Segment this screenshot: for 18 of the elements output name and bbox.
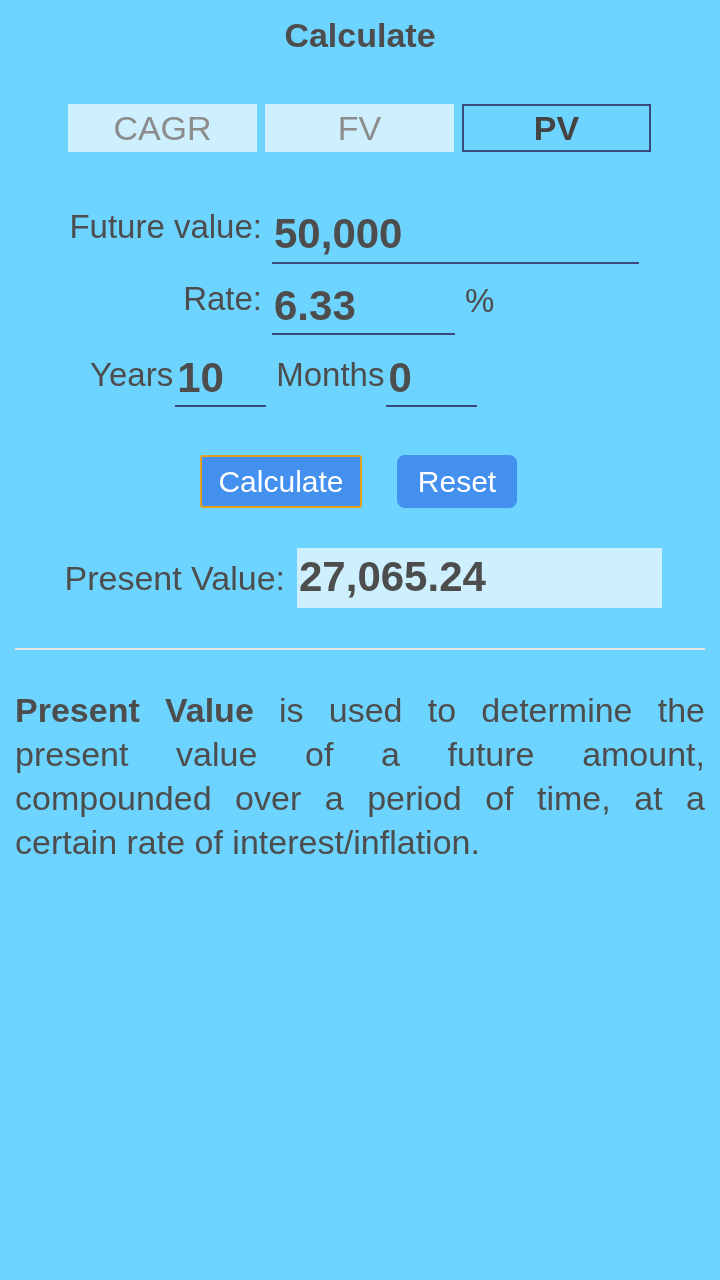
result-value: 27,065.24 <box>297 548 662 608</box>
result-label: Present Value: <box>63 557 286 599</box>
field-label: Years <box>90 354 174 395</box>
input-field[interactable]: 6.33 <box>272 277 455 335</box>
unit-label: % <box>465 280 495 321</box>
reset-button[interactable]: Reset <box>397 455 517 508</box>
input-field[interactable]: 10 <box>175 349 267 407</box>
calculate-button[interactable]: Calculate <box>200 455 362 508</box>
field-label: Months <box>276 354 385 395</box>
mode-tab[interactable]: CAGR <box>68 104 257 152</box>
mode-tab[interactable]: PV <box>462 104 651 152</box>
input-field[interactable]: 50,000 <box>272 205 639 264</box>
mode-tab[interactable]: FV <box>265 104 454 152</box>
description-text: Present Value is used to determine the present value of a future amount, compounded over a period of time, at a certain rate of interest/inflation. <box>14 690 706 863</box>
field-label: Future value: <box>68 207 263 247</box>
screen-title: Calculate <box>283 15 437 56</box>
field-label: Rate: <box>182 278 263 319</box>
input-field[interactable]: 0 <box>386 349 478 407</box>
